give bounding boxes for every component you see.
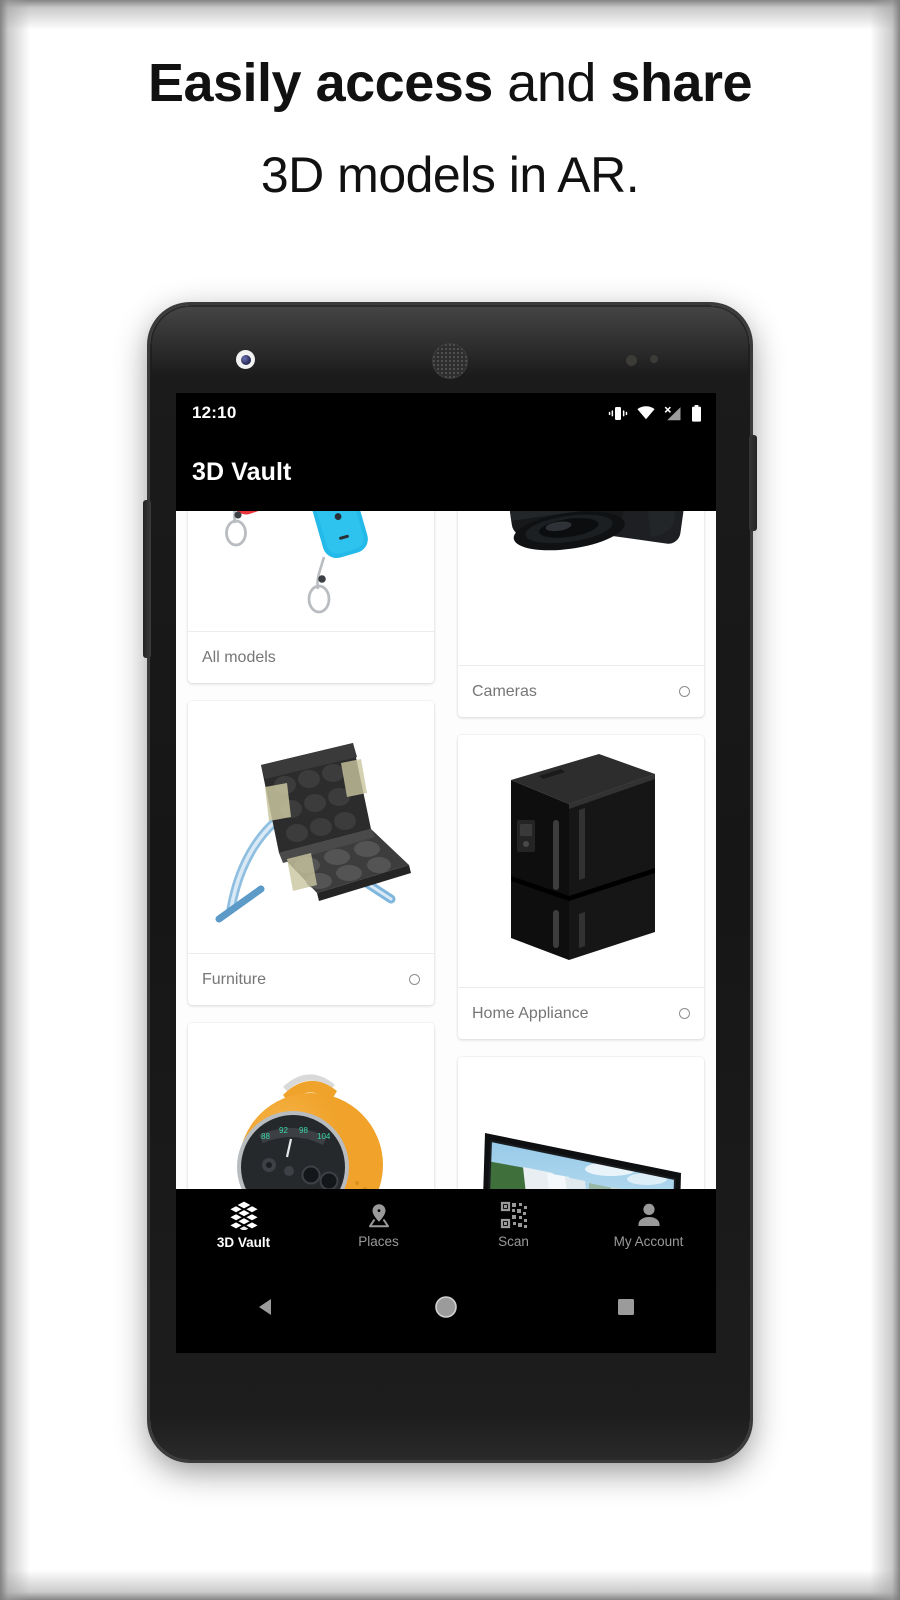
- download-indicator-icon[interactable]: [679, 686, 690, 697]
- headline-regular-1: and: [492, 53, 611, 113]
- svg-text:88: 88: [261, 1132, 270, 1141]
- promo-headline: Easily access and share 3D models in AR.: [0, 56, 900, 200]
- card-title: Furniture: [202, 970, 267, 988]
- qr-scan-icon: [500, 1201, 527, 1229]
- headline-bold-1: Easily access: [147, 53, 493, 113]
- recents-square-icon: [618, 1299, 634, 1315]
- card-image-joycons: [188, 511, 434, 631]
- home-circle-icon: [435, 1296, 457, 1318]
- power-button[interactable]: [749, 435, 757, 531]
- card-label-row: Cameras: [458, 665, 704, 717]
- svg-text:104: 104: [317, 1132, 331, 1141]
- card-title: All models: [202, 648, 276, 666]
- category-card-furniture[interactable]: Furniture: [188, 701, 434, 1005]
- wifi-icon: [637, 406, 655, 420]
- card-label-row: Home Appliance: [458, 987, 704, 1039]
- sensor-led: [626, 355, 637, 366]
- person-icon: [638, 1203, 659, 1226]
- app-title: 3D Vault: [192, 457, 292, 486]
- tab-places[interactable]: Places: [311, 1201, 446, 1249]
- headline-line-1: Easily access and share: [0, 56, 900, 110]
- android-system-navigation-bar: [176, 1261, 716, 1353]
- back-triangle-icon: [259, 1299, 271, 1315]
- category-card-all-models[interactable]: All models: [188, 511, 434, 683]
- category-card-home-appliance[interactable]: Home Appliance: [458, 735, 704, 1039]
- svg-text:92: 92: [279, 1126, 288, 1135]
- phone-device-mockup: 12:10 3D Vault All models Furniture 88 9…: [143, 305, 757, 1460]
- bottom-tab-bar: 3D Vault Places Scan My Account: [176, 1189, 716, 1261]
- download-indicator-icon[interactable]: [409, 974, 420, 985]
- tab-label: 3D Vault: [216, 1235, 271, 1250]
- status-bar-clock: 12:10: [192, 403, 237, 422]
- content-scroll-area[interactable]: All models Furniture 88 92 98 104 Camera…: [176, 511, 716, 1353]
- phone-screen: 12:10 3D Vault All models Furniture 88 9…: [176, 393, 716, 1353]
- category-card-cameras[interactable]: Cameras: [458, 511, 704, 717]
- vibrate-icon: [608, 406, 628, 420]
- svg-text:98: 98: [299, 1126, 308, 1135]
- cellular-signal-no-service-icon: [664, 406, 681, 420]
- download-indicator-icon[interactable]: [679, 1008, 690, 1019]
- tab-label: Scan: [498, 1234, 529, 1249]
- recents-button[interactable]: [596, 1277, 656, 1337]
- back-button[interactable]: [236, 1277, 296, 1337]
- card-label-row: All models: [188, 631, 434, 683]
- card-image-refrigerator: [458, 735, 704, 987]
- headline-line-2: 3D models in AR.: [260, 147, 640, 203]
- map-pin-icon: [368, 1204, 389, 1228]
- tab-scan[interactable]: Scan: [446, 1201, 581, 1249]
- status-bar-icons: [608, 404, 702, 422]
- card-image-dslr-camera: [458, 511, 704, 665]
- tab-label: Places: [358, 1234, 399, 1249]
- headline-bold-2: share: [610, 53, 753, 113]
- battery-icon: [692, 404, 701, 422]
- tab-3d-vault[interactable]: 3D Vault: [176, 1200, 311, 1250]
- card-image-barcelona-chair: [188, 701, 434, 953]
- sensor-dot: [650, 355, 658, 363]
- home-button[interactable]: [416, 1277, 476, 1337]
- tab-my-account[interactable]: My Account: [581, 1201, 716, 1249]
- volume-rocker-button[interactable]: [143, 500, 151, 658]
- front-camera-icon: [236, 350, 255, 369]
- status-bar: 12:10: [176, 393, 716, 433]
- tab-label: My Account: [613, 1234, 684, 1249]
- proximity-sensor-icon: [626, 354, 670, 366]
- card-title: Home Appliance: [472, 1004, 589, 1022]
- card-title: Cameras: [472, 682, 537, 700]
- card-label-row: Furniture: [188, 953, 434, 1005]
- earpiece-speaker-icon: [432, 343, 468, 379]
- app-bar: 3D Vault: [176, 433, 716, 511]
- cube-grid-icon: [229, 1201, 258, 1230]
